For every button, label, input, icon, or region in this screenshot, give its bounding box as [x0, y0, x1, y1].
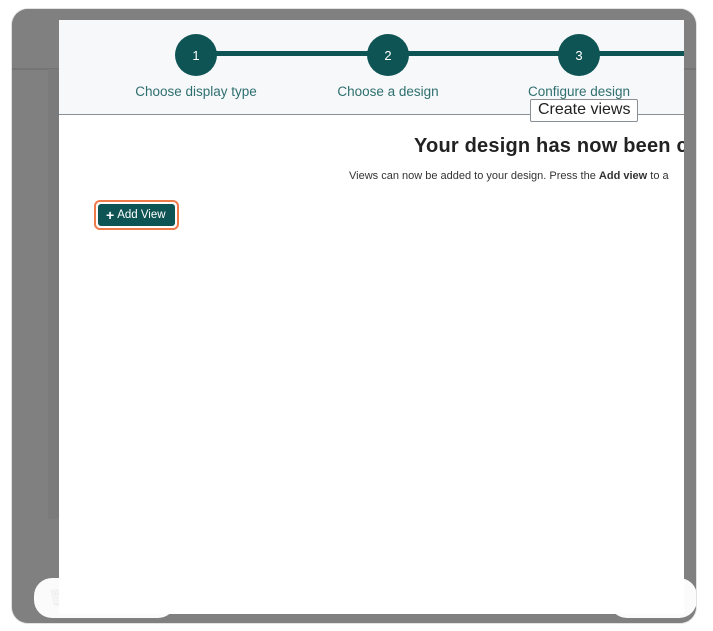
step-tooltip: Create views — [530, 99, 639, 122]
wizard-modal: 1 Choose display type 2 Choose a design … — [59, 20, 684, 614]
step-3[interactable]: 3 Configure design — [479, 34, 679, 99]
instructions-bold: Add view — [598, 170, 648, 182]
page-title: Your design has now been cr — [414, 135, 684, 157]
step-number: 1 — [175, 34, 217, 76]
step-label: Configure design — [527, 84, 631, 99]
step-label: Choose a design — [337, 84, 439, 99]
add-view-button-focus-ring: + Add View — [94, 200, 179, 230]
step-label: Choose display type — [135, 84, 257, 99]
step-1[interactable]: 1 Choose display type — [96, 34, 296, 99]
add-view-button[interactable]: + Add View — [98, 204, 175, 226]
instructions-text: Views can now be added to your design. P… — [349, 170, 669, 182]
step-number: 3 — [558, 34, 600, 76]
step-number: 2 — [367, 34, 409, 76]
instructions-prefix: Views can now be added to your design. P… — [349, 170, 599, 182]
instructions-suffix: to a — [647, 170, 669, 182]
step-2[interactable]: 2 Choose a design — [288, 34, 488, 99]
plus-icon: + — [106, 207, 115, 223]
add-view-label: Add View — [117, 209, 166, 221]
